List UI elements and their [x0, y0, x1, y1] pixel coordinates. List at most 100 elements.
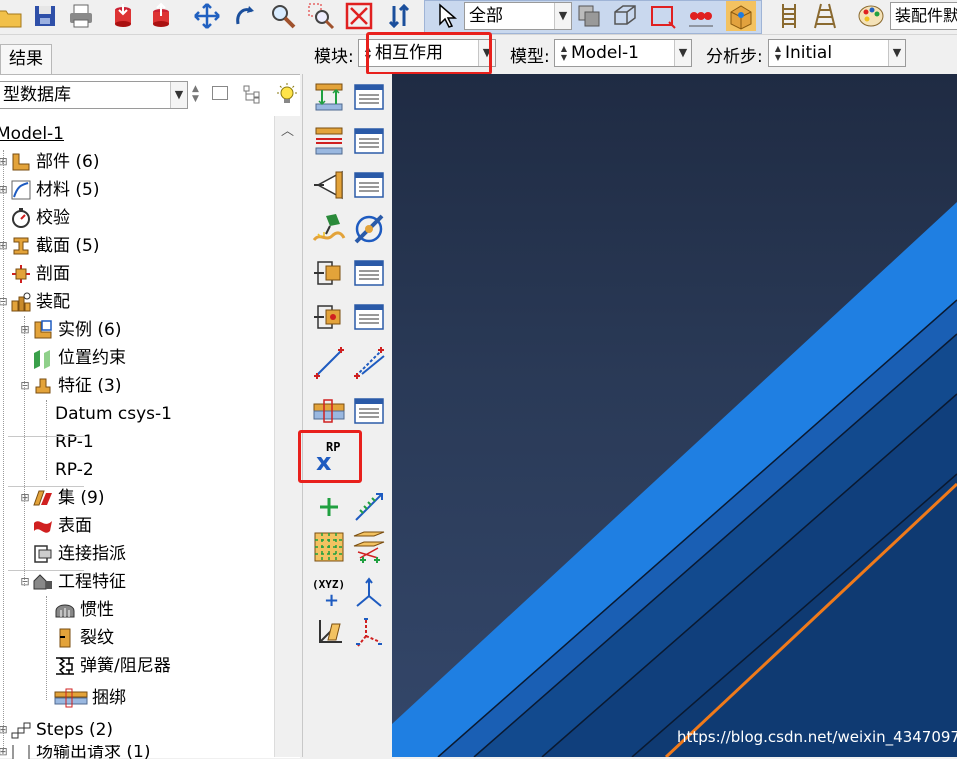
crack-icon — [54, 627, 76, 649]
tree-item-position-constraints[interactable]: 位置约束 — [32, 345, 126, 371]
contact-control-manager-icon[interactable] — [350, 166, 388, 204]
create-wire-feature-icon[interactable] — [310, 344, 348, 382]
tree-scrollbar[interactable]: ︿ — [274, 116, 301, 757]
box-zoom-icon[interactable] — [306, 1, 336, 31]
database-down-icon[interactable] — [108, 1, 138, 31]
tree-item-springs-dashpots[interactable]: 弹簧/阻尼器 — [54, 653, 171, 679]
create-datum-plane-icon[interactable] — [310, 528, 348, 566]
create-datum-csys-button[interactable]: (XYZ) + — [310, 576, 350, 612]
tree-item-datum-csys[interactable]: Datum csys-1 — [55, 401, 172, 427]
tree-item-model[interactable]: Model-1 — [0, 121, 64, 147]
collapse-icon[interactable]: ⊟ — [20, 373, 30, 399]
highlight-box-reference-point — [298, 430, 362, 483]
contact-stabilization-icon[interactable] — [350, 210, 388, 248]
tree-item-surfaces[interactable]: 表面 — [32, 513, 92, 539]
scroll-up-icon[interactable]: ︿ — [281, 120, 294, 139]
tree-item-label: 特征 (3) — [58, 376, 122, 396]
pan-icon[interactable] — [192, 1, 222, 31]
expand-icon[interactable]: ⊞ — [20, 317, 30, 343]
select-box-icon[interactable] — [648, 1, 678, 31]
datum-csys-3point-icon[interactable] — [310, 614, 348, 652]
step-combo[interactable]: ▲ ▼ Initial ▼ — [768, 39, 906, 67]
collapse-icon[interactable]: ⊟ — [0, 289, 8, 315]
tree-hierarchy-icon[interactable] — [242, 84, 262, 104]
contact-initialization-icon[interactable] — [310, 210, 348, 248]
create-constraint-icon[interactable] — [310, 254, 348, 292]
datum-csys-offset-icon[interactable] — [350, 614, 388, 652]
zoom-icon[interactable] — [268, 1, 298, 31]
ladder-icon[interactable] — [774, 1, 804, 31]
tree-item-sections[interactable]: ⊞ 截面 (5) — [0, 233, 99, 259]
tree-item-rp2[interactable]: RP-2 — [55, 457, 94, 483]
expand-icon[interactable]: ⊞ — [0, 717, 8, 743]
interaction-property-manager-icon[interactable] — [350, 122, 388, 160]
tree-item-parts[interactable]: ⊞ 部件 (6) — [0, 149, 99, 175]
connector-section-manager-icon[interactable] — [350, 298, 388, 336]
create-datum-axis-icon[interactable] — [350, 488, 388, 526]
expand-icon[interactable]: ⊞ — [0, 177, 8, 203]
tree-item-assembly[interactable]: ⊟ 装配 — [0, 289, 70, 315]
tab-results[interactable]: 结果 — [0, 44, 52, 74]
tree-item-connector-assignments[interactable]: 连接指派 — [32, 541, 126, 567]
tree-item-label: 部件 (6) — [36, 152, 100, 172]
watermark-url: https://blog.csdn.net/weixin_43470971 — [677, 728, 957, 746]
model-viewport[interactable] — [392, 74, 957, 757]
collapse-icon[interactable]: ⊟ — [20, 569, 30, 595]
create-interaction-icon[interactable] — [310, 78, 348, 116]
select-overlap-icon[interactable] — [574, 1, 604, 31]
select-wireframe-icon[interactable] — [610, 1, 640, 31]
constraint-manager-icon[interactable] — [350, 254, 388, 292]
database-value: 型数据库 — [3, 85, 71, 105]
tree-guide — [46, 596, 47, 700]
select-cursor-icon[interactable] — [432, 1, 462, 31]
tree-spin-icon[interactable]: ▲ ▼ — [192, 84, 199, 104]
tree-item-features[interactable]: ⊟ 特征 (3) — [20, 373, 121, 399]
wire-feature-manager-icon[interactable] — [350, 344, 388, 382]
selection-filter-combo[interactable]: 全部 ▼ — [464, 2, 572, 30]
instances-icon — [32, 319, 54, 341]
tree-item-wiring[interactable]: 捆绑 — [54, 685, 126, 711]
tree-item-materials[interactable]: ⊞ 材料 (5) — [0, 177, 99, 203]
database-combo[interactable]: 型数据库 ▼ — [0, 81, 188, 109]
create-datum-point-icon[interactable] — [310, 488, 348, 526]
open-file-icon[interactable] — [0, 1, 24, 31]
select-nodes-icon[interactable] — [686, 1, 716, 31]
create-datum-plane-offset-icon[interactable] — [350, 528, 388, 566]
rail-icon[interactable] — [810, 1, 840, 31]
flip-icon[interactable] — [384, 1, 414, 31]
color-palette-icon[interactable] — [856, 1, 886, 31]
tree-item-calibration[interactable]: 校验 — [10, 205, 70, 231]
model-combo[interactable]: ▲ ▼ Model-1 ▼ — [554, 39, 692, 67]
save-icon[interactable] — [30, 1, 60, 31]
tree-item-instances[interactable]: ⊞ 实例 (6) — [20, 317, 121, 343]
tree-item-rp1[interactable]: RP-1 — [55, 429, 94, 455]
model-value: Model-1 — [571, 43, 639, 63]
fit-view-icon[interactable] — [344, 1, 374, 31]
expand-icon[interactable]: ⊞ — [0, 233, 8, 259]
datum-csys-icon[interactable] — [350, 574, 388, 612]
main-toolbar: 全部 ▼ 装配件默 — [0, 0, 957, 35]
tree-item-sets[interactable]: ⊞ 集 (9) — [20, 485, 104, 511]
create-fastener-icon[interactable] — [310, 392, 348, 430]
materials-icon — [10, 179, 32, 201]
steps-icon — [10, 719, 32, 741]
tree-item-cracks[interactable]: 裂纹 — [54, 625, 114, 651]
tree-item-steps[interactable]: ⊞ Steps (2) — [0, 717, 113, 743]
create-connector-section-icon[interactable] — [310, 298, 348, 336]
select-cube-icon[interactable] — [726, 1, 756, 31]
create-contact-control-icon[interactable] — [310, 166, 348, 204]
interaction-manager-icon[interactable] — [350, 78, 388, 116]
tree-item-profiles[interactable]: 剖面 — [10, 261, 70, 287]
fastener-manager-icon[interactable] — [350, 392, 388, 430]
expand-icon[interactable]: ⊞ — [0, 149, 8, 175]
create-interaction-property-icon[interactable] — [310, 122, 348, 160]
lightbulb-icon[interactable] — [274, 82, 300, 108]
database-up-icon[interactable] — [146, 1, 176, 31]
tree-filter-icon[interactable] — [212, 86, 228, 100]
print-icon[interactable] — [66, 1, 96, 31]
tree-item-engineering-features[interactable]: ⊟ 工程特征 — [20, 569, 126, 595]
tree-item-inertia[interactable]: 惯性 — [54, 597, 114, 623]
assembly-display-combo[interactable]: 装配件默 — [890, 2, 957, 30]
rotate-icon[interactable] — [230, 1, 260, 31]
expand-icon[interactable]: ⊞ — [20, 485, 30, 511]
